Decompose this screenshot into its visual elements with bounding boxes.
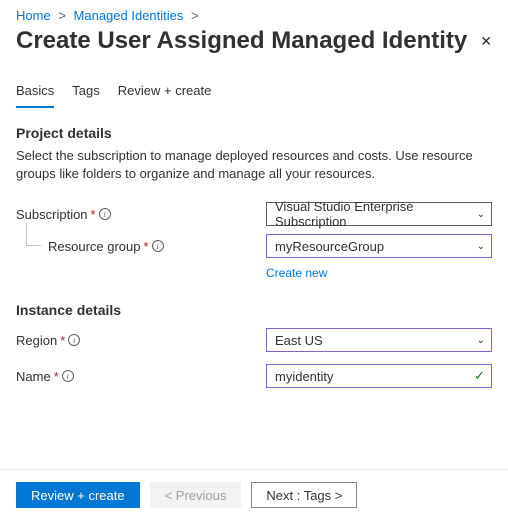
- project-details-description: Select the subscription to manage deploy…: [16, 147, 492, 182]
- tab-review-create[interactable]: Review + create: [118, 83, 212, 108]
- breadcrumb-managed-identities[interactable]: Managed Identities: [74, 8, 184, 23]
- name-input[interactable]: myidentity ✓: [266, 364, 492, 388]
- chevron-down-icon: ⌄: [477, 335, 485, 346]
- previous-button: < Previous: [150, 482, 242, 508]
- tab-tags[interactable]: Tags: [72, 83, 99, 108]
- close-icon[interactable]: ✕: [480, 33, 492, 50]
- create-new-link[interactable]: Create new: [266, 266, 492, 280]
- instance-details-heading: Instance details: [16, 302, 492, 318]
- project-details-heading: Project details: [16, 125, 492, 141]
- info-icon[interactable]: i: [62, 370, 74, 382]
- name-label: Name * i: [16, 369, 266, 384]
- chevron-right-icon: >: [191, 8, 199, 23]
- subscription-label: Subscription * i: [16, 207, 266, 222]
- page-title: Create User Assigned Managed Identity: [16, 27, 467, 55]
- region-select[interactable]: East US ⌄: [266, 328, 492, 352]
- subscription-select[interactable]: Visual Studio Enterprise Subscription ⌄: [266, 202, 492, 226]
- resource-group-select[interactable]: myResourceGroup ⌄: [266, 234, 492, 258]
- review-create-button[interactable]: Review + create: [16, 482, 140, 508]
- next-button[interactable]: Next : Tags >: [251, 482, 357, 508]
- chevron-down-icon: ⌄: [477, 241, 485, 252]
- info-icon[interactable]: i: [99, 208, 111, 220]
- tabs: Basics Tags Review + create: [0, 65, 508, 109]
- chevron-down-icon: ⌄: [477, 209, 485, 220]
- footer: Review + create < Previous Next : Tags >: [0, 469, 508, 520]
- info-icon[interactable]: i: [152, 240, 164, 252]
- chevron-right-icon: >: [58, 8, 66, 23]
- resource-group-label: Resource group * i: [16, 239, 266, 254]
- breadcrumb-home[interactable]: Home: [16, 8, 51, 23]
- region-label: Region * i: [16, 333, 266, 348]
- info-icon[interactable]: i: [68, 334, 80, 346]
- checkmark-icon: ✓: [474, 368, 485, 384]
- tab-basics[interactable]: Basics: [16, 83, 54, 108]
- breadcrumb: Home > Managed Identities >: [0, 0, 508, 27]
